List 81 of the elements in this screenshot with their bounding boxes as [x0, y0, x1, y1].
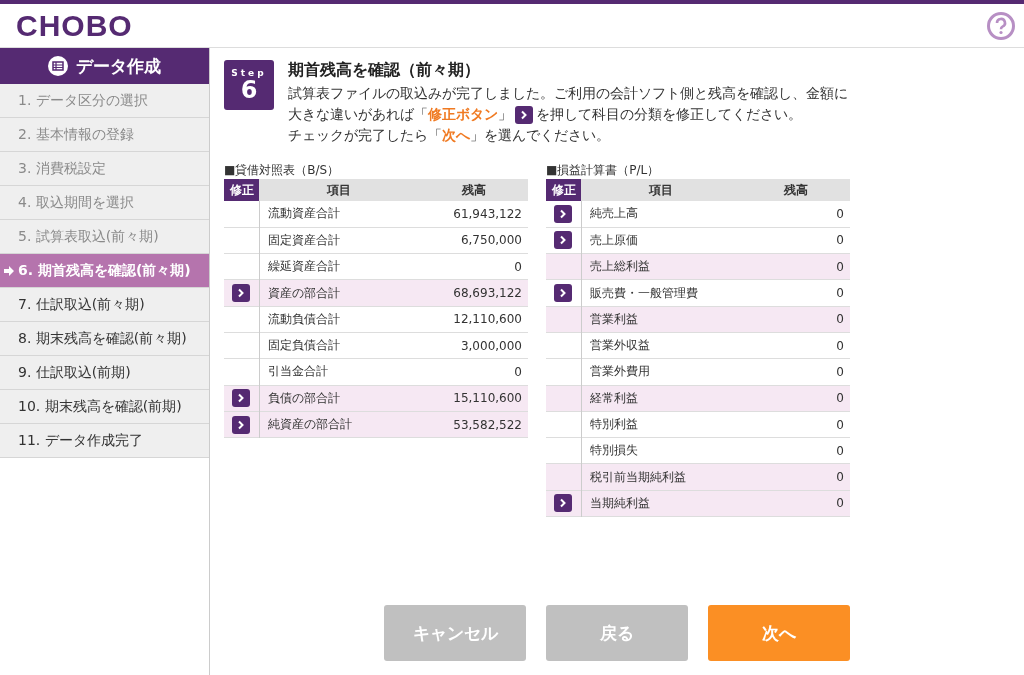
table-cell: 15,110,600: [419, 385, 528, 412]
table-cell: 流動負債合計: [259, 306, 419, 333]
table-cell: 0: [741, 385, 850, 412]
sidebar-item[interactable]: 11. データ作成完了: [0, 424, 209, 458]
edit-button[interactable]: [554, 494, 573, 513]
table-cell: 特別損失: [581, 437, 741, 464]
instruction-text: を押して科目の分類を修正してください。: [536, 105, 802, 124]
table-title: ■貸借対照表（B/S）: [224, 162, 341, 179]
next-button[interactable]: 次へ: [708, 605, 850, 661]
table-cell: 0: [741, 490, 850, 517]
table-cell: 0: [741, 253, 850, 280]
table-cell: 営業外収益: [581, 332, 741, 359]
sidebar-item[interactable]: 3. 消費税設定: [0, 152, 209, 186]
table-cell: 営業外費用: [581, 358, 741, 386]
table-cell: 固定負債合計: [259, 332, 419, 359]
table-cell: 当期純利益: [581, 490, 741, 517]
table-cell: 0: [741, 201, 850, 228]
edit-button[interactable]: [554, 204, 573, 223]
table-cell: 資産の部合計: [259, 279, 419, 307]
column-header: 残高: [419, 179, 528, 201]
sidebar-item[interactable]: 8. 期末残高を確認(前々期): [0, 322, 209, 356]
sidebar-item[interactable]: 1. データ区分の選択: [0, 84, 209, 118]
list-icon: [48, 56, 68, 76]
sidebar-item[interactable]: 6. 期首残高を確認(前々期): [0, 254, 209, 288]
table-cell: 0: [741, 227, 850, 254]
instruction-text: 大きな違いがあれば「修正ボタン」: [288, 105, 512, 124]
sidebar-item[interactable]: 9. 仕訳取込(前期): [0, 356, 209, 390]
edit-button[interactable]: [554, 284, 573, 303]
table-cell: 流動資産合計: [259, 201, 419, 228]
table-cell: 0: [741, 411, 850, 438]
edit-button[interactable]: [554, 231, 573, 250]
sidebar-item[interactable]: 7. 仕訳取込(前々期): [0, 288, 209, 322]
sidebar-title: データ作成: [76, 54, 161, 78]
table-cell: 純売上高: [581, 201, 741, 228]
table-cell: 6,750,000: [419, 227, 528, 254]
sidebar-item[interactable]: 10. 期末残高を確認(前期): [0, 390, 209, 424]
table-cell: 経常利益: [581, 385, 741, 412]
logo: CHOBO: [16, 8, 133, 43]
table-cell: 税引前当期純利益: [581, 463, 741, 491]
table-cell: 68,693,122: [419, 279, 528, 307]
table-cell: 特別利益: [581, 411, 741, 438]
table-cell: 0: [741, 463, 850, 491]
table-cell: 0: [741, 358, 850, 386]
table-cell: 純資産の部合計: [259, 411, 419, 438]
column-header: 修正: [224, 179, 259, 201]
table-cell: 売上総利益: [581, 253, 741, 280]
table-cell: 0: [741, 306, 850, 333]
table-cell: 0: [419, 358, 528, 386]
table-cell: 0: [419, 253, 528, 280]
table-cell: 12,110,600: [419, 306, 528, 333]
sidebar-item[interactable]: 5. 試算表取込(前々期): [0, 220, 209, 254]
help-icon[interactable]: [986, 10, 1016, 41]
column-header: 残高: [741, 179, 850, 201]
edit-button[interactable]: [232, 415, 251, 434]
table-title: ■損益計算書（P/L）: [546, 162, 661, 179]
table-cell: 0: [741, 279, 850, 307]
table-cell: 負債の部合計: [259, 385, 419, 412]
edit-button[interactable]: [232, 389, 251, 408]
table-cell: 固定資産合計: [259, 227, 419, 254]
table-cell: 0: [741, 332, 850, 359]
step-badge: Step 6: [224, 60, 274, 110]
instruction-text: 試算表ファイルの取込みが完了しました。ご利用の会計ソフト側と残高を確認し、金額に: [288, 84, 848, 103]
arrow-icon: [4, 265, 14, 276]
step-title: 期首残高を確認（前々期）: [288, 60, 481, 81]
sidebar-item[interactable]: 2. 基本情報の登録: [0, 118, 209, 152]
table-cell: 0: [741, 437, 850, 464]
table-cell: 53,582,522: [419, 411, 528, 438]
table-cell: 売上原価: [581, 227, 741, 254]
edit-button[interactable]: [232, 284, 251, 303]
table-cell: 販売費・一般管理費: [581, 279, 741, 307]
column-header: 項目: [259, 179, 419, 201]
sidebar-item[interactable]: 4. 取込期間を選択: [0, 186, 209, 220]
column-header: 項目: [581, 179, 741, 201]
table-cell: 繰延資産合計: [259, 253, 419, 280]
instruction-text: チェックが完了したら「次へ」を選んでください。: [288, 126, 610, 145]
table-cell: 営業利益: [581, 306, 741, 333]
table-cell: 引当金合計: [259, 358, 419, 386]
table-cell: 61,943,122: [419, 201, 528, 228]
column-header: 修正: [546, 179, 581, 201]
chevron-icon[interactable]: [515, 105, 533, 124]
table-cell: 3,000,000: [419, 332, 528, 359]
